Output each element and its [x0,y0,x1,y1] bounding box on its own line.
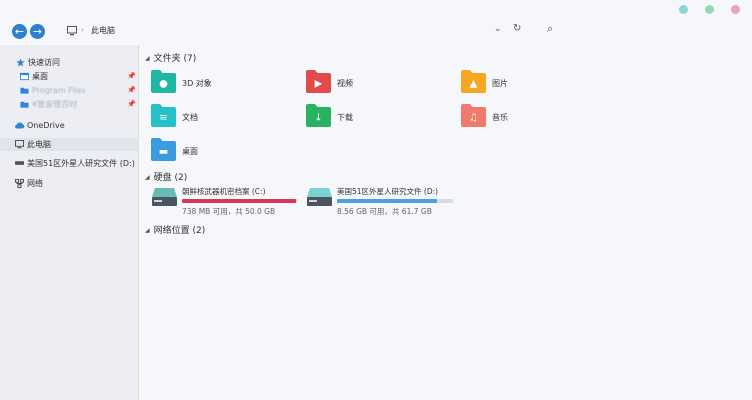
sidebar-item-label: 美国51区外星人研究文件 (D:) [27,159,135,168]
3d-objects-folder-icon: ● [151,70,176,93]
computer-icon [67,26,77,36]
folder-item-documents[interactable]: ≡ 文档 [150,103,290,133]
collapse-caret-icon: ◢ [145,227,150,234]
folder-item-desktop[interactable]: ▬ 桌面 [150,137,290,167]
section-header-network[interactable]: ◢ 网络位置 (2) [145,223,205,236]
drive-usage-bar [337,199,453,203]
documents-folder-icon: ≡ [151,104,176,127]
navigation-pane: 快速访问 桌面 📌 Program Files 📌 ¥管家理百时 📌 OneDr… [0,45,139,400]
search-icon[interactable]: ⌕ [547,22,553,36]
music-folder-icon: ♫ [461,104,486,127]
chevron-down-icon[interactable]: ⌄ [494,24,502,34]
drive-name: 朝鲜核武器机密档案 (C:) [182,187,266,196]
section-header-folders[interactable]: ◢ 文件夹 (7) [145,51,196,64]
window-dot-2[interactable] [705,5,714,14]
sidebar-item-label: 此电脑 [27,140,51,149]
sidebar-item-label: 快速访问 [28,58,60,67]
folder-item-pictures[interactable]: ▲ 图片 [460,69,600,99]
folder-label: 桌面 [182,147,198,156]
cloud-icon [15,122,25,129]
sidebar-item-pinned-folder[interactable]: ¥管家理百时 📌 [0,98,139,111]
folder-label: 3D 对象 [182,79,212,88]
section-title: 文件夹 (7) [153,54,197,64]
network-icon [15,179,24,188]
star-icon [16,58,25,67]
sidebar-item-onedrive[interactable]: OneDrive [0,119,139,132]
folder-label: 图片 [492,79,508,88]
section-header-drives[interactable]: ◢ 硬盘 (2) [145,170,187,183]
folder-label: 下载 [337,113,353,122]
collapse-caret-icon: ◢ [145,174,150,181]
folder-item-downloads[interactable]: ↓ 下载 [305,103,445,133]
section-title: 网络位置 (2) [153,226,206,236]
window-dot-1[interactable] [679,5,688,14]
drive-usage-fill [182,199,297,203]
folder-item-music[interactable]: ♫ 音乐 [460,103,600,133]
content-pane: ◢ 文件夹 (7) ● 3D 对象 ▶ 视频 ▲ 图片 ≡ 文档 ↓ 下载 ♫ 音乐 ▬ 桌面 ◢ 硬盘 (2… [140,45,752,400]
svg-text:≡: ≡ [159,113,167,124]
svg-text:▶: ▶ [315,79,323,90]
refresh-icon[interactable]: ↻ [513,23,521,34]
folder-label: 视频 [337,79,353,88]
svg-text:●: ● [159,79,168,90]
folder-item-3d-objects[interactable]: ● 3D 对象 [150,69,290,99]
desktop-folder-icon [20,72,29,81]
drive-usage-fill [337,199,437,203]
window-dot-3[interactable] [731,5,740,14]
downloads-folder-icon: ↓ [306,104,331,127]
sidebar-item-program-files[interactable]: Program Files 📌 [0,84,139,97]
breadcrumb-separator: › [81,26,84,34]
pin-icon[interactable]: 📌 [127,70,136,83]
section-title: 硬盘 (2) [153,173,188,183]
drive-item-drive-c[interactable]: 朝鲜核武器机密档案 (C:) 738 MB 可用，共 50.0 GB [151,186,301,220]
hard-drive-icon [152,188,177,206]
sidebar-item-label: ¥管家理百时 [32,100,78,109]
pin-icon[interactable]: 📌 [127,98,136,111]
sidebar-item-label: Program Files [32,86,86,95]
videos-folder-icon: ▶ [306,70,331,93]
sidebar-item-quick-access[interactable]: 快速访问 [0,56,139,69]
svg-text:♫: ♫ [469,113,478,124]
pictures-folder-icon: ▲ [461,70,486,93]
sidebar-item-label: 桌面 [32,72,48,81]
breadcrumb-this-pc[interactable]: 此电脑 [91,25,115,36]
computer-icon [15,140,24,149]
drive-item-drive-d[interactable]: 美国51区外星人研究文件 (D:) 8.56 GB 可用，共 61.7 GB [306,186,456,220]
svg-text:↓: ↓ [314,113,322,124]
sidebar-item-label: OneDrive [27,121,65,130]
svg-text:▬: ▬ [159,147,168,158]
forward-button[interactable]: → [30,24,45,39]
sidebar-item-network[interactable]: 网络 [0,177,139,190]
desktop-folder-icon: ▬ [151,138,176,161]
sidebar-item-this-pc[interactable]: 此电脑 [0,138,139,151]
drive-free-space: 8.56 GB 可用，共 61.7 GB [337,207,432,216]
drive-free-space: 738 MB 可用，共 50.0 GB [182,207,276,216]
pin-icon[interactable]: 📌 [127,84,136,97]
drive-icon [15,161,24,165]
back-button[interactable]: ← [12,24,27,39]
folder-label: 音乐 [492,113,508,122]
sidebar-item-drive-d[interactable]: 美国51区外星人研究文件 (D:) [0,157,139,170]
drive-name: 美国51区外星人研究文件 (D:) [337,187,439,196]
folder-icon [20,101,29,108]
drive-usage-bar [182,199,298,203]
svg-text:▲: ▲ [470,79,478,90]
folder-label: 文档 [182,113,198,122]
folder-item-videos[interactable]: ▶ 视频 [305,69,445,99]
collapse-caret-icon: ◢ [145,55,150,62]
sidebar-item-label: 网络 [27,179,43,188]
hard-drive-icon [307,188,332,206]
sidebar-item-desktop[interactable]: 桌面 📌 [0,70,139,83]
folder-icon [20,87,29,94]
